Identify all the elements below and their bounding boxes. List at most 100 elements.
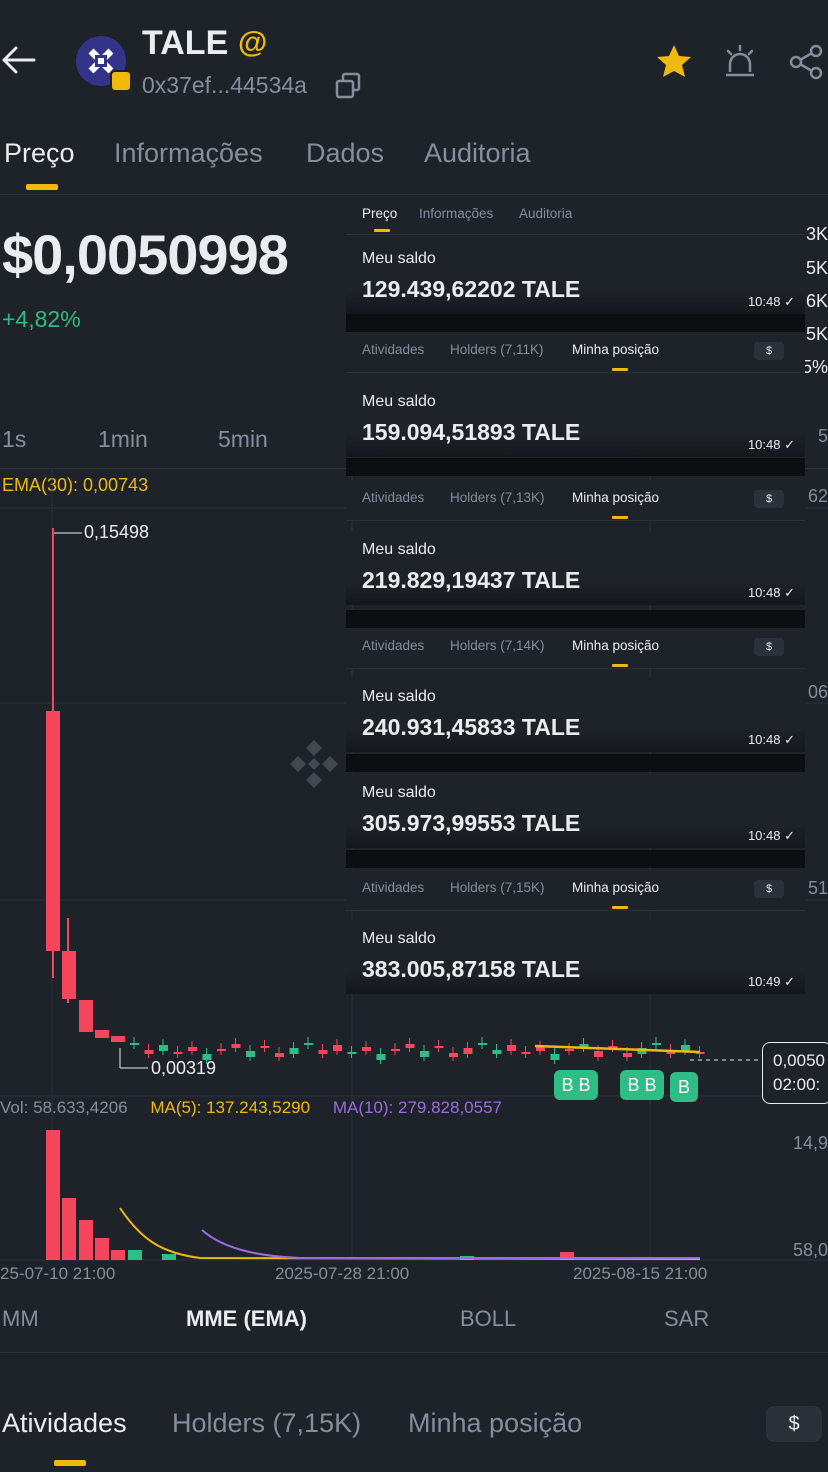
- overlay-tab-atividades[interactable]: Atividades: [362, 638, 424, 653]
- overlay-tab-auditoria[interactable]: Auditoria: [519, 206, 572, 221]
- candle: [246, 1051, 255, 1057]
- candle: [289, 1048, 299, 1054]
- overlay-tabs: Atividades Holders (7,13K) Minha posição…: [346, 480, 805, 521]
- tab-informacoes[interactable]: Informações: [114, 138, 263, 169]
- right-label: 51: [807, 878, 828, 898]
- right-label: 3K: [805, 224, 828, 244]
- candle: [536, 1047, 545, 1051]
- overlay-tab-holders[interactable]: Holders (7,15K): [450, 880, 545, 895]
- back-arrow-icon[interactable]: [0, 40, 40, 80]
- balance-value: 219.829,19437 TALE: [362, 567, 581, 593]
- indicator-mm[interactable]: MM: [2, 1306, 39, 1332]
- contract-address: 0x37ef...44534a: [142, 72, 307, 98]
- candle: [304, 1043, 313, 1045]
- overlay-tab-minha-posicao[interactable]: Minha posição: [572, 342, 659, 357]
- tab-atividades[interactable]: Atividades: [2, 1408, 127, 1439]
- at-icon[interactable]: @: [238, 26, 267, 60]
- candle: [623, 1053, 632, 1057]
- bottom-tabs: Atividades Holders (7,15K) Minha posição: [0, 1394, 828, 1464]
- candle: [173, 1052, 183, 1054]
- buy-marker[interactable]: B: [670, 1072, 698, 1102]
- tab-holders[interactable]: Holders (7,15K): [172, 1408, 361, 1439]
- volume-legend: Vol: 58.633,4206 MA(5): 137.243,5290 MA(…: [0, 1098, 502, 1117]
- balance-value: 240.931,45833 TALE: [362, 714, 581, 740]
- balance-value: 383.005,87158 TALE: [362, 956, 581, 982]
- balance-card: Meu saldo 219.829,19437 TALE 10:48 ✓: [346, 531, 805, 605]
- token-title: TALE: [142, 24, 229, 62]
- date-label: 2025-07-28 21:00: [275, 1264, 410, 1283]
- candle: [420, 1051, 429, 1057]
- currency-toggle-button[interactable]: $: [766, 1406, 822, 1442]
- overlay-tab-holders[interactable]: Holders (7,11K): [450, 342, 544, 357]
- indicator-boll[interactable]: BOLL: [460, 1306, 516, 1332]
- candle: [478, 1043, 487, 1045]
- interval-1s[interactable]: 1s: [2, 426, 26, 453]
- overlay-currency-button[interactable]: $: [754, 490, 784, 508]
- candle: [217, 1049, 226, 1051]
- right-label: 5K: [805, 258, 828, 278]
- balance-time: 10:48 ✓: [747, 585, 795, 600]
- overlay-currency-button[interactable]: $: [754, 342, 784, 360]
- interval-5min[interactable]: 5min: [218, 426, 268, 453]
- bnb-chain-badge-icon: [110, 70, 132, 92]
- balance-card: Meu saldo 129.439,62202 TALE 10:48 ✓: [346, 240, 805, 314]
- indicator-sar[interactable]: SAR: [664, 1306, 709, 1332]
- overlay-tab-preco[interactable]: Preço: [362, 206, 397, 221]
- buy-marker[interactable]: B B: [554, 1070, 598, 1100]
- overlay-tab-atividades[interactable]: Atividades: [362, 490, 424, 505]
- tab-minha-posicao[interactable]: Minha posição: [408, 1408, 582, 1439]
- favorite-star-icon[interactable]: [654, 42, 694, 82]
- current-price: $0,0050998: [2, 223, 289, 286]
- overlay-tab-holders[interactable]: Holders (7,14K): [450, 638, 545, 653]
- overlay-tab-minha-posicao[interactable]: Minha posição: [572, 490, 659, 505]
- overlay-tabs: Atividades Holders (7,15K) Minha posição…: [346, 870, 805, 911]
- balance-value: 159.094,51893 TALE: [362, 419, 581, 445]
- interval-1min[interactable]: 1min: [98, 426, 148, 453]
- volume-axis-bottom: 58,0: [792, 1240, 828, 1260]
- tab-preco[interactable]: Preço: [4, 138, 75, 169]
- candle: [449, 1053, 458, 1057]
- active-tab-indicator: [26, 184, 58, 190]
- overlay-tab-informacoes[interactable]: Informações: [419, 206, 493, 221]
- overlay-tab-holders[interactable]: Holders (7,13K): [450, 490, 545, 505]
- date-label: 25-07-10 21:00: [0, 1264, 116, 1283]
- header: TALE @ 0x37ef...44534a: [0, 0, 828, 120]
- overlay-tab-atividades[interactable]: Atividades: [362, 880, 424, 895]
- balance-time: 10:48 ✓: [747, 732, 795, 747]
- tab-dados[interactable]: Dados: [306, 138, 384, 169]
- candle: [492, 1050, 502, 1054]
- low-label: 0,00319: [151, 1058, 217, 1078]
- candle: [405, 1044, 415, 1048]
- balance-card: Meu saldo 383.005,87158 TALE 10:49 ✓: [346, 920, 805, 994]
- candle: [260, 1046, 270, 1048]
- right-label: 5K: [805, 324, 828, 344]
- balance-label: Meu saldo: [362, 784, 436, 801]
- balance-value: 305.973,99553 TALE: [362, 810, 581, 836]
- candle: [130, 1043, 139, 1045]
- overlay-tab-atividades[interactable]: Atividades: [362, 342, 424, 357]
- indicator-ema[interactable]: MME (EMA): [186, 1306, 307, 1332]
- candle: [362, 1047, 371, 1051]
- right-label: 6K: [805, 291, 828, 311]
- volume-axis-top: 14,9: [792, 1133, 828, 1153]
- date-label: 2025-08-15 21:00: [573, 1264, 708, 1283]
- candle: [565, 1049, 574, 1051]
- copy-icon[interactable]: [334, 72, 362, 100]
- candle: [391, 1049, 400, 1051]
- balance-label: Meu saldo: [362, 393, 436, 410]
- overlay-tab-minha-posicao[interactable]: Minha posição: [572, 638, 659, 653]
- overlay-tabs: Preço Informações Auditoria: [346, 196, 805, 235]
- indicator-selector: MM MME (EMA) BOLL SAR: [0, 1290, 828, 1353]
- overlay-tabs: Atividades Holders (7,14K) Minha posição…: [346, 628, 805, 669]
- price-alert-icon[interactable]: [720, 42, 760, 82]
- overlay-currency-button[interactable]: $: [754, 880, 784, 898]
- right-label: 5%: [801, 357, 828, 377]
- overlay-tab-minha-posicao[interactable]: Minha posição: [572, 880, 659, 895]
- high-label: 0,15498: [84, 522, 150, 542]
- balance-card: Meu saldo 305.973,99553 TALE 10:48 ✓: [346, 774, 805, 848]
- balance-time: 10:48 ✓: [747, 437, 795, 452]
- buy-marker[interactable]: B B: [620, 1070, 664, 1100]
- overlay-currency-button[interactable]: $: [754, 638, 784, 656]
- share-icon[interactable]: [786, 42, 826, 82]
- tab-auditoria[interactable]: Auditoria: [424, 138, 531, 169]
